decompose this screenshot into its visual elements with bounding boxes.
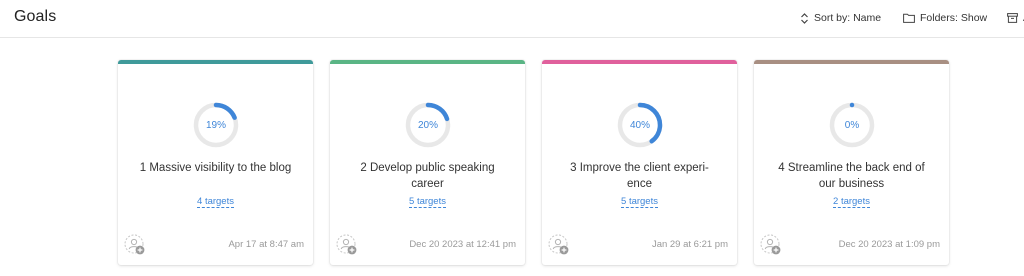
targets-link[interactable]: 2 targets <box>833 196 870 208</box>
archive-button[interactable]: A <box>1007 11 1024 25</box>
sort-button[interactable]: Sort by: Name <box>800 11 881 25</box>
timestamp: Dec 20 2023 at 1:09 pm <box>838 239 940 250</box>
goal-color-bar <box>118 60 313 64</box>
timestamp: Dec 20 2023 at 12:41 pm <box>409 239 516 250</box>
goal-title: 1 Massive visibility to the blog <box>139 162 292 174</box>
goal-color-bar <box>754 60 949 64</box>
timestamp: Apr 17 at 8:47 am <box>228 239 304 250</box>
assign-user-icon[interactable] <box>760 234 782 256</box>
progress-label: 40% <box>629 119 650 131</box>
timestamp: Jan 29 at 6:21 pm <box>651 239 728 250</box>
goal-title: 2 Develop public speaking career <box>360 162 495 190</box>
progress-label: 19% <box>205 119 226 131</box>
archive-icon <box>1007 13 1018 23</box>
folders-label: Folders: Show <box>920 12 988 24</box>
assign-user-icon[interactable] <box>548 234 570 256</box>
goal-card[interactable]: 19% 1 Massive visibility to the blog 4 t… <box>118 60 313 265</box>
progress-ring: 19% <box>192 101 240 149</box>
goal-title: 3 Improve the client experi-ence <box>570 162 709 190</box>
targets-link[interactable]: 4 targets <box>197 196 234 208</box>
page-title: Goals <box>14 8 57 25</box>
progress-ring: 20% <box>404 101 452 149</box>
progress-ring: 0% <box>828 101 876 149</box>
targets-link[interactable]: 5 targets <box>621 196 658 208</box>
targets-link-row: 2 targets <box>754 196 949 208</box>
top-bar: Goals Sort by: Name Folders: Show A <box>0 0 1024 38</box>
progress-label: 0% <box>844 119 860 131</box>
progress-label: 20% <box>417 119 438 131</box>
goal-title: 4 Streamline the back end of our busines… <box>778 162 925 190</box>
folders-button[interactable]: Folders: Show <box>903 11 987 25</box>
goal-color-bar <box>542 60 737 64</box>
goal-card[interactable]: 20% 2 Develop public speaking career 5 t… <box>330 60 525 265</box>
targets-link-row: 4 targets <box>118 196 313 208</box>
assign-user-icon[interactable] <box>124 234 146 256</box>
progress-ring: 40% <box>616 101 664 149</box>
goal-card[interactable]: 40% 3 Improve the client experi-ence 5 t… <box>542 60 737 265</box>
targets-link[interactable]: 5 targets <box>409 196 446 208</box>
sort-icon <box>801 12 808 24</box>
targets-link-row: 5 targets <box>330 196 525 208</box>
goal-color-bar <box>330 60 525 64</box>
assign-user-icon[interactable] <box>336 234 358 256</box>
sort-label: Sort by: Name <box>814 12 882 24</box>
targets-link-row: 5 targets <box>542 196 737 208</box>
goal-card[interactable]: 0% 4 Streamline the back end of our busi… <box>754 60 949 265</box>
folder-icon <box>903 13 915 23</box>
